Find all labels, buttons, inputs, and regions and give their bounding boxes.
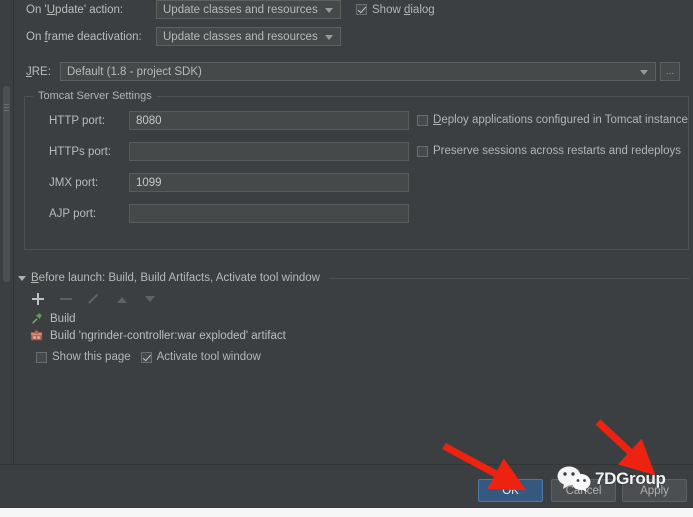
- preserve-sessions-row: Preserve sessions across restarts and re…: [417, 145, 681, 157]
- on-frame-deactivation-row: On frame deactivation: Update classes an…: [26, 27, 341, 46]
- hammer-icon: [31, 313, 42, 325]
- ajp-port-row: AJP port:: [49, 204, 409, 223]
- jre-combo[interactable]: Default (1.8 - project SDK): [60, 62, 656, 81]
- show-this-page-checkbox[interactable]: Show this page: [36, 351, 131, 363]
- list-item[interactable]: Build 'ngrinder-controller:war exploded'…: [30, 327, 689, 344]
- collapse-triangle-icon: [18, 275, 26, 281]
- on-update-action-value: Update classes and resources: [163, 3, 318, 16]
- artifact-icon: [30, 330, 43, 341]
- jmx-port-row: JMX port: 1099: [49, 173, 409, 192]
- https-port-row: HTTPs port:: [49, 142, 409, 161]
- activate-tool-window-label: Activate tool window: [156, 351, 261, 363]
- before-launch-title: Before launch: Build, Build Artifacts, A…: [31, 272, 320, 284]
- apply-button[interactable]: Apply: [622, 479, 687, 502]
- show-dialog-label: Show dialog: [372, 3, 435, 16]
- ajp-port-label: AJP port:: [49, 207, 97, 220]
- list-item-label: Build: [50, 312, 76, 325]
- tomcat-run-configuration-dialog: On 'Update' action: Update classes and r…: [0, 0, 693, 517]
- edit-task-button[interactable]: [86, 291, 102, 307]
- tomcat-server-settings-group: Tomcat Server Settings HTTP port: 8080 H…: [24, 90, 689, 250]
- activate-tool-window-checkbox-box: [140, 351, 152, 363]
- move-task-up-button[interactable]: [114, 291, 130, 307]
- vertical-scrollbar[interactable]: [0, 0, 14, 517]
- https-port-label: HTTPs port:: [49, 145, 111, 158]
- deploy-applications-checkbox[interactable]: Deploy applications configured in Tomcat…: [417, 114, 688, 126]
- show-this-page-checkbox-box: [36, 351, 47, 363]
- remove-task-button[interactable]: [58, 291, 74, 307]
- before-launch-task-list: Build Build 'ngrinder-controller:war exp…: [30, 310, 689, 344]
- chevron-down-icon: [640, 69, 648, 75]
- jre-value: Default (1.8 - project SDK): [67, 65, 202, 78]
- show-this-page-label: Show this page: [52, 351, 131, 363]
- activate-tool-window-checkbox[interactable]: Activate tool window: [140, 351, 261, 363]
- jmx-port-input[interactable]: 1099: [129, 173, 409, 192]
- preserve-sessions-label: Preserve sessions across restarts and re…: [433, 145, 681, 157]
- on-frame-deactivation-value: Update classes and resources: [163, 30, 318, 43]
- on-update-action-row: On 'Update' action: Update classes and r…: [26, 0, 435, 19]
- on-update-action-label: On 'Update' action:: [26, 3, 124, 16]
- jre-row: JRE: Default (1.8 - project SDK) ...: [26, 62, 687, 81]
- ajp-port-input[interactable]: [129, 204, 409, 223]
- before-launch-toolbar: [30, 291, 158, 307]
- list-item-label: Build 'ngrinder-controller:war exploded'…: [50, 329, 286, 342]
- move-task-down-button[interactable]: [142, 291, 158, 307]
- ok-button[interactable]: OK: [478, 479, 543, 502]
- add-task-button[interactable]: [30, 291, 46, 307]
- jre-browse-button[interactable]: ...: [660, 62, 680, 81]
- before-launch-header[interactable]: Before launch: Build, Build Artifacts, A…: [18, 271, 689, 285]
- http-port-label: HTTP port:: [49, 114, 106, 127]
- dialog-button-bar: OK Cancel Apply: [0, 464, 693, 517]
- before-launch-rule: [328, 277, 689, 279]
- preserve-sessions-checkbox-box: [417, 145, 428, 157]
- jre-label: JRE:: [26, 65, 51, 78]
- http-port-input[interactable]: 8080: [129, 111, 409, 130]
- cancel-button[interactable]: Cancel: [551, 479, 616, 502]
- jmx-port-label: JMX port:: [49, 176, 99, 189]
- preserve-sessions-checkbox[interactable]: Preserve sessions across restarts and re…: [417, 145, 681, 157]
- http-port-row: HTTP port: 8080: [49, 111, 409, 130]
- list-item[interactable]: Build: [30, 310, 689, 327]
- deploy-applications-label: Deploy applications configured in Tomcat…: [433, 114, 688, 126]
- on-update-action-combo[interactable]: Update classes and resources: [156, 0, 341, 19]
- chevron-down-icon: [325, 7, 333, 13]
- https-port-input[interactable]: [129, 142, 409, 161]
- before-launch-options: Show this page Activate tool window: [36, 351, 261, 363]
- on-frame-deactivation-combo[interactable]: Update classes and resources: [156, 27, 341, 46]
- settings-panel: On 'Update' action: Update classes and r…: [14, 0, 693, 465]
- chevron-down-icon: [325, 34, 333, 40]
- window-bottom-edge: [0, 508, 693, 517]
- show-dialog-checkbox[interactable]: Show dialog: [356, 4, 435, 16]
- on-frame-deactivation-label: On frame deactivation:: [26, 30, 142, 43]
- deploy-apps-row: Deploy applications configured in Tomcat…: [417, 114, 688, 126]
- scrollbar-grip-icon: [4, 102, 9, 116]
- tomcat-server-settings-title: Tomcat Server Settings: [33, 90, 157, 102]
- show-dialog-checkbox-box: [356, 4, 367, 15]
- deploy-applications-checkbox-box: [417, 114, 428, 126]
